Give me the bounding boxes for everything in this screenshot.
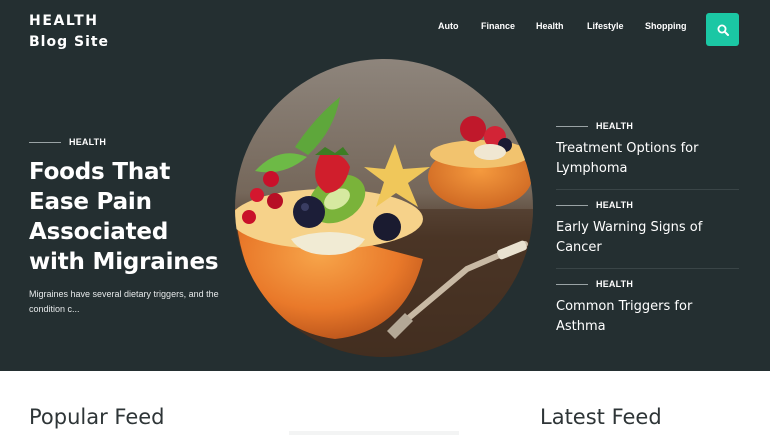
featured-excerpt: Migraines have several dietary triggers,… [29,289,219,314]
category-divider [29,141,61,143]
content-divider [289,431,459,435]
side-post-title[interactable]: Early Warning Signs of Cancer [556,218,739,258]
featured-image[interactable] [235,59,533,357]
nav-item-finance[interactable]: Finance [481,21,515,31]
search-icon [717,24,729,36]
site-title-line2: Blog Site [29,34,110,50]
side-post-category: HEALTH [556,121,739,131]
hero-section: HEALTH Blog Site Auto Finance Health Lif… [0,0,770,371]
side-post[interactable]: HEALTH Early Warning Signs of Cancer [556,200,739,269]
nav-item-health[interactable]: Health [536,21,564,31]
side-post-list: HEALTH Treatment Options for Lymphoma HE… [556,121,739,357]
side-post[interactable]: HEALTH Common Triggers for Asthma [556,279,739,347]
feed-section: Popular Feed Latest Feed [0,371,770,435]
side-post-category-label[interactable]: HEALTH [596,200,633,210]
nav-item-lifestyle[interactable]: Lifestyle [587,21,624,31]
side-post-category: HEALTH [556,279,739,289]
featured-post: HEALTH Foods That Ease Pain Associated w… [29,137,229,317]
category-divider [556,204,588,206]
side-post[interactable]: HEALTH Treatment Options for Lymphoma [556,121,739,190]
popular-feed-heading: Popular Feed [29,405,165,429]
nav-item-auto[interactable]: Auto [438,21,459,31]
fruit-bowl-image [235,59,533,357]
nav-item-shopping[interactable]: Shopping [645,21,687,31]
featured-title[interactable]: Foods That Ease Pain Associated with Mig… [29,157,229,277]
side-post-title[interactable]: Common Triggers for Asthma [556,297,739,337]
featured-category-label[interactable]: HEALTH [69,137,106,147]
search-button[interactable] [706,13,739,46]
side-post-category-label[interactable]: HEALTH [596,279,633,289]
category-divider [556,283,588,285]
featured-category: HEALTH [29,137,229,147]
site-title-line1: HEALTH [29,13,99,29]
side-post-category-label[interactable]: HEALTH [596,121,633,131]
side-post-category: HEALTH [556,200,739,210]
side-post-title[interactable]: Treatment Options for Lymphoma [556,139,739,179]
category-divider [556,125,588,127]
site-logo[interactable]: HEALTH Blog Site [29,11,109,53]
latest-feed-heading: Latest Feed [540,405,662,429]
